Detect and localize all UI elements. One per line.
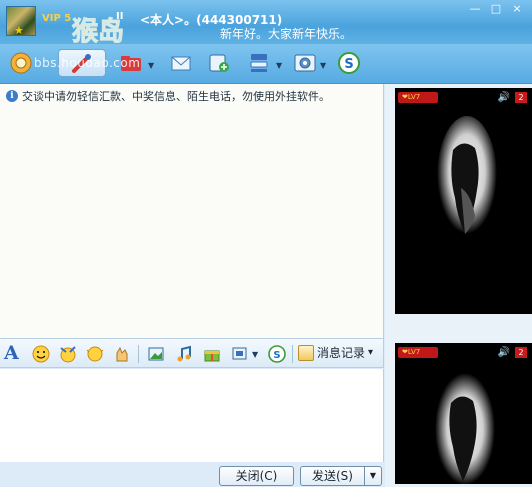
pause-icon: II — [116, 11, 124, 22]
shake-face-icon — [86, 346, 104, 362]
message-history-button[interactable]: 消息记录 ▾ — [298, 344, 373, 361]
s-coin-icon: S — [338, 52, 360, 74]
add-chat-icon — [209, 54, 229, 72]
bottom-bar: 关闭(C) 发送(S) ▼ — [0, 462, 384, 487]
folder-icon — [121, 56, 141, 71]
music-note-icon — [177, 345, 191, 362]
message-input[interactable] — [0, 369, 383, 462]
remote-video[interactable]: ❤LV7 🔊 2 — [395, 88, 532, 314]
s-coin-small-icon: S — [268, 345, 286, 363]
applications-icon — [250, 54, 268, 72]
shake-window-button[interactable] — [85, 344, 105, 364]
send-sms-button[interactable] — [166, 49, 196, 77]
smiley-icon — [32, 345, 50, 363]
speaker-icon[interactable]: 🔊 — [498, 347, 510, 358]
svg-text:S: S — [273, 350, 280, 361]
microphone-icon — [72, 54, 91, 73]
gift-button[interactable] — [202, 344, 222, 364]
video-call-button[interactable] — [6, 49, 36, 77]
send-image-button[interactable] — [230, 344, 250, 364]
send-options-dropdown[interactable]: ▼ — [364, 466, 382, 486]
separator — [292, 345, 293, 363]
level-text: LV7 — [407, 348, 421, 356]
security-notice: i 交谈中请勿轻信汇款、中奖信息、陌生电话，勿使用外挂软件。 — [6, 88, 330, 104]
window-controls: — □ × — [466, 3, 526, 16]
file-transfer-dropdown-icon[interactable]: ▼ — [148, 61, 154, 70]
format-toolbar: A ▼ S 消息记录 ▾ — [0, 338, 384, 368]
local-video-image — [435, 373, 495, 484]
level-text: LV7 — [407, 93, 421, 101]
speaker-icon[interactable]: 🔊 — [498, 92, 510, 103]
settings-button[interactable] — [290, 49, 320, 77]
level-badge-local: ❤LV7 — [398, 347, 438, 358]
vip-label: VIP 5 — [42, 13, 72, 24]
chat-history[interactable]: i 交谈中请勿轻信汇款、中奖信息、陌生电话，勿使用外挂软件。 — [0, 84, 384, 338]
settings-dropdown-icon[interactable]: ▼ — [320, 61, 326, 70]
separator — [138, 345, 139, 363]
video-camera-icon — [10, 52, 32, 74]
title-bar: ★ VIP 5 II <本人>。(444300711) 新年好。大家新年快乐。 … — [0, 0, 532, 44]
hand-icon — [116, 346, 128, 362]
chat-toolbar: ▼ ▼ ▼ S — [0, 44, 532, 84]
remote-video-image — [437, 116, 497, 240]
info-icon: i — [6, 90, 18, 102]
svg-text:S: S — [344, 57, 353, 72]
emoticon-button[interactable] — [31, 344, 51, 364]
close-window-button[interactable]: × — [508, 3, 526, 16]
history-icon — [298, 344, 314, 361]
close-button[interactable]: 关闭(C) — [219, 466, 294, 486]
status-star-icon: ★ — [14, 24, 24, 37]
maximize-button[interactable]: □ — [487, 3, 505, 16]
music-button[interactable] — [174, 344, 194, 364]
minimize-button[interactable]: — — [466, 3, 484, 16]
qq-wallet-button[interactable]: S — [334, 49, 364, 77]
font-settings-button[interactable]: A — [4, 342, 19, 364]
level-badge: ❤LV7 — [398, 92, 438, 103]
picture-icon — [148, 347, 164, 361]
create-group-button[interactable] — [204, 49, 234, 77]
wallet-button[interactable]: S — [267, 344, 287, 364]
contact-signature: 新年好。大家新年快乐。 — [220, 27, 353, 41]
more-apps-button[interactable] — [244, 49, 274, 77]
message-input-area[interactable] — [0, 369, 384, 462]
more-apps-dropdown-icon[interactable]: ▼ — [276, 61, 282, 70]
voice-message-button[interactable] — [112, 344, 132, 364]
gear-icon — [294, 54, 316, 72]
send-image-dropdown-icon[interactable]: ▼ — [252, 350, 258, 359]
magic-face-icon — [60, 346, 76, 363]
magic-emoticon-button[interactable] — [58, 344, 78, 364]
file-transfer-button[interactable] — [116, 49, 146, 77]
envelope-icon — [171, 56, 191, 71]
history-dropdown-icon: ▾ — [368, 347, 374, 358]
voice-call-button[interactable] — [58, 49, 106, 77]
send-button[interactable]: 发送(S) — [300, 466, 365, 486]
gift-icon — [204, 350, 220, 362]
video-panel: ❤LV7 🔊 2 ❤LV7 🔊 2 — [385, 84, 532, 487]
history-label: 消息记录 — [317, 346, 366, 360]
viewer-count: 2 — [515, 92, 527, 103]
screenshot-button[interactable] — [146, 344, 166, 364]
image-icon — [232, 347, 247, 360]
viewer-count-local: 2 — [515, 347, 527, 358]
security-notice-text: 交谈中请勿轻信汇款、中奖信息、陌生电话，勿使用外挂软件。 — [22, 90, 330, 103]
local-video[interactable]: ❤LV7 🔊 2 — [395, 343, 532, 484]
